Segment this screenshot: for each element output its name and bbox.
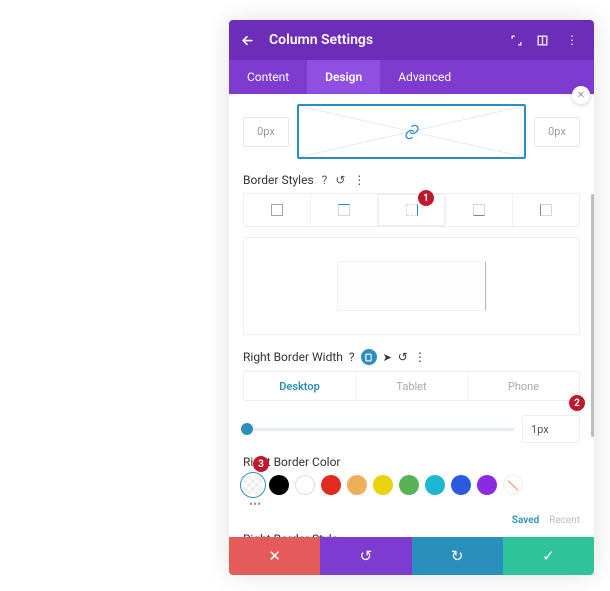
confirm-button[interactable]: ✓ xyxy=(503,537,594,575)
redo-button[interactable]: ↻ xyxy=(412,537,503,575)
kebab-icon[interactable]: ⋮ xyxy=(562,33,582,47)
scrollbar[interactable] xyxy=(591,194,594,437)
preview-box xyxy=(338,262,486,310)
reset-icon[interactable]: ↺ xyxy=(335,173,345,187)
hover-icon[interactable]: ➤ xyxy=(383,351,392,364)
device-desktop[interactable]: Desktop xyxy=(244,372,355,400)
layout-icon[interactable] xyxy=(536,34,556,47)
swatch-orange[interactable] xyxy=(347,475,367,495)
tab-advanced[interactable]: Advanced xyxy=(380,60,469,94)
swatch-blue[interactable] xyxy=(451,475,471,495)
panel-title: Column Settings xyxy=(269,32,504,48)
swatch-none[interactable] xyxy=(503,475,523,495)
annotation-badge-3: 3 xyxy=(253,456,269,472)
width-slider[interactable] xyxy=(243,428,514,431)
more-swatches[interactable]: ••• xyxy=(249,497,580,511)
device-tablet[interactable]: Tablet xyxy=(355,372,467,400)
border-left[interactable] xyxy=(512,194,579,226)
border-style-tabs xyxy=(243,193,580,227)
annotation-badge-1: 1 xyxy=(418,190,434,206)
padding-right-input[interactable]: 0px xyxy=(534,117,580,147)
tab-content[interactable]: Content xyxy=(229,60,307,94)
colors-recent-tab[interactable]: Recent xyxy=(549,515,580,526)
swatch-yellow[interactable] xyxy=(373,475,393,495)
swatch-red[interactable] xyxy=(321,475,341,495)
reset-icon[interactable]: ↺ xyxy=(398,350,408,364)
border-bottom[interactable] xyxy=(445,194,512,226)
swatch-purple[interactable] xyxy=(477,475,497,495)
border-styles-label: Border Styles xyxy=(243,173,314,187)
tab-design[interactable]: Design xyxy=(307,60,380,94)
responsive-icon[interactable] xyxy=(361,349,377,365)
kebab-icon[interactable]: ⋮ xyxy=(414,350,426,364)
border-all[interactable] xyxy=(244,194,310,226)
annotation-badge-2: 2 xyxy=(569,395,585,411)
help-icon[interactable]: ? xyxy=(349,350,355,364)
border-preview xyxy=(243,237,580,335)
device-phone[interactable]: Phone xyxy=(467,372,579,400)
link-values-box[interactable] xyxy=(297,104,526,159)
swatch-black[interactable] xyxy=(269,475,289,495)
help-icon[interactable]: ? xyxy=(322,173,328,187)
slider-thumb[interactable] xyxy=(241,423,253,435)
kebab-icon[interactable]: ⋮ xyxy=(353,173,365,187)
swatch-white[interactable] xyxy=(295,475,315,495)
swatch-transparent[interactable] xyxy=(243,475,263,495)
swatch-green[interactable] xyxy=(399,475,419,495)
back-button[interactable] xyxy=(241,34,261,47)
padding-left-input[interactable]: 0px xyxy=(243,117,289,147)
expand-icon[interactable] xyxy=(510,34,530,47)
undo-button[interactable]: ↺ xyxy=(320,537,411,575)
width-value[interactable]: 1px xyxy=(522,415,580,443)
border-right[interactable] xyxy=(377,194,444,226)
border-top[interactable] xyxy=(310,194,377,226)
swatch-teal[interactable] xyxy=(425,475,445,495)
colors-saved-tab[interactable]: Saved xyxy=(512,515,539,526)
right-border-width-label: Right Border Width xyxy=(243,350,343,364)
cancel-button[interactable]: ✕ xyxy=(229,537,320,575)
